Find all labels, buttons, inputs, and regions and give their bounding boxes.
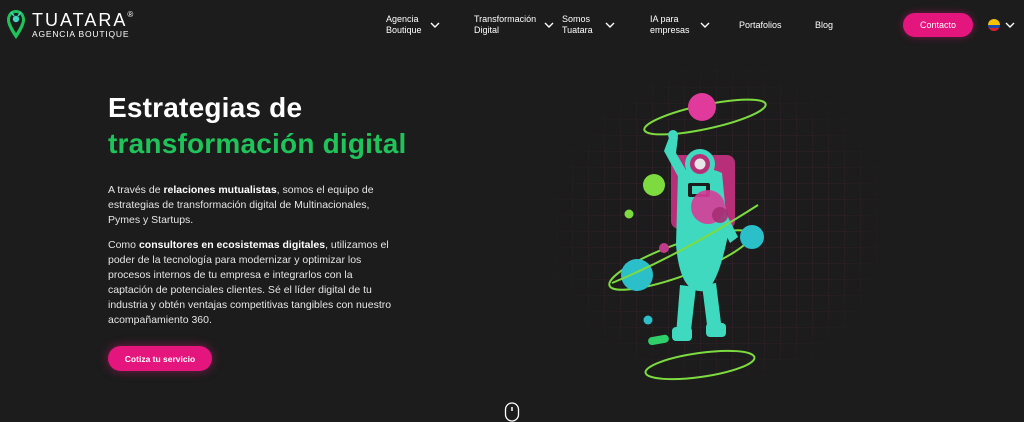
logo-subtitle: AGENCIA BOUTIQUE	[32, 29, 130, 40]
nav-blog[interactable]: Blog	[815, 20, 833, 31]
chevron-down-icon	[1005, 22, 1015, 28]
planet	[659, 243, 669, 253]
contact-button[interactable]: Contacto	[903, 13, 973, 37]
chevron-down-icon	[605, 22, 615, 28]
nav-label: IA para empresas	[650, 14, 690, 35]
colombia-flag-icon	[988, 19, 1000, 31]
hero-paragraph-2: Como consultores en ecosistemas digitale…	[108, 239, 392, 326]
astronaut-illustration	[540, 55, 900, 400]
nav-portafolios[interactable]: Portafolios	[739, 20, 782, 31]
nav-label: Transformación Digital	[474, 14, 537, 35]
nav-somos-tuatara[interactable]: Somos Tuatara	[562, 14, 615, 36]
chevron-down-icon	[430, 22, 440, 28]
nav-label: Portafolios	[739, 20, 782, 30]
hero-paragraph-1: A través de relaciones mutualistas, somo…	[108, 184, 374, 226]
planet	[621, 259, 653, 291]
chevron-down-icon	[700, 22, 710, 28]
planet	[688, 93, 716, 121]
hero-title-line2: transformación digital	[108, 128, 407, 159]
hero-title-line1: Estrategias de	[108, 92, 303, 123]
language-selector[interactable]	[988, 19, 1015, 31]
mouse-scroll-icon[interactable]	[504, 402, 520, 422]
quote-service-button[interactable]: Cotiza tu servicio	[108, 346, 212, 371]
planet	[643, 315, 653, 325]
nav-label: Somos Tuatara	[562, 14, 593, 35]
planet	[643, 174, 665, 196]
site-header: TUATARA® AGENCIA BOUTIQUE Agencia Boutiq…	[0, 0, 1024, 50]
planet	[740, 225, 764, 249]
chevron-down-icon	[544, 22, 554, 28]
nav-ia-para-empresas[interactable]: IA para empresas	[650, 14, 710, 36]
nav-agencia-boutique[interactable]: Agencia Boutique	[386, 14, 440, 36]
logo-name: TUATARA®	[32, 10, 136, 31]
planet	[624, 209, 634, 219]
nav-label: Agencia Boutique	[386, 14, 422, 35]
location-pin-logo-icon	[7, 10, 25, 39]
logo[interactable]: TUATARA® AGENCIA BOUTIQUE	[6, 8, 136, 42]
nav-transformacion-digital[interactable]: Transformación Digital	[474, 14, 554, 36]
nav-label: Blog	[815, 20, 834, 30]
